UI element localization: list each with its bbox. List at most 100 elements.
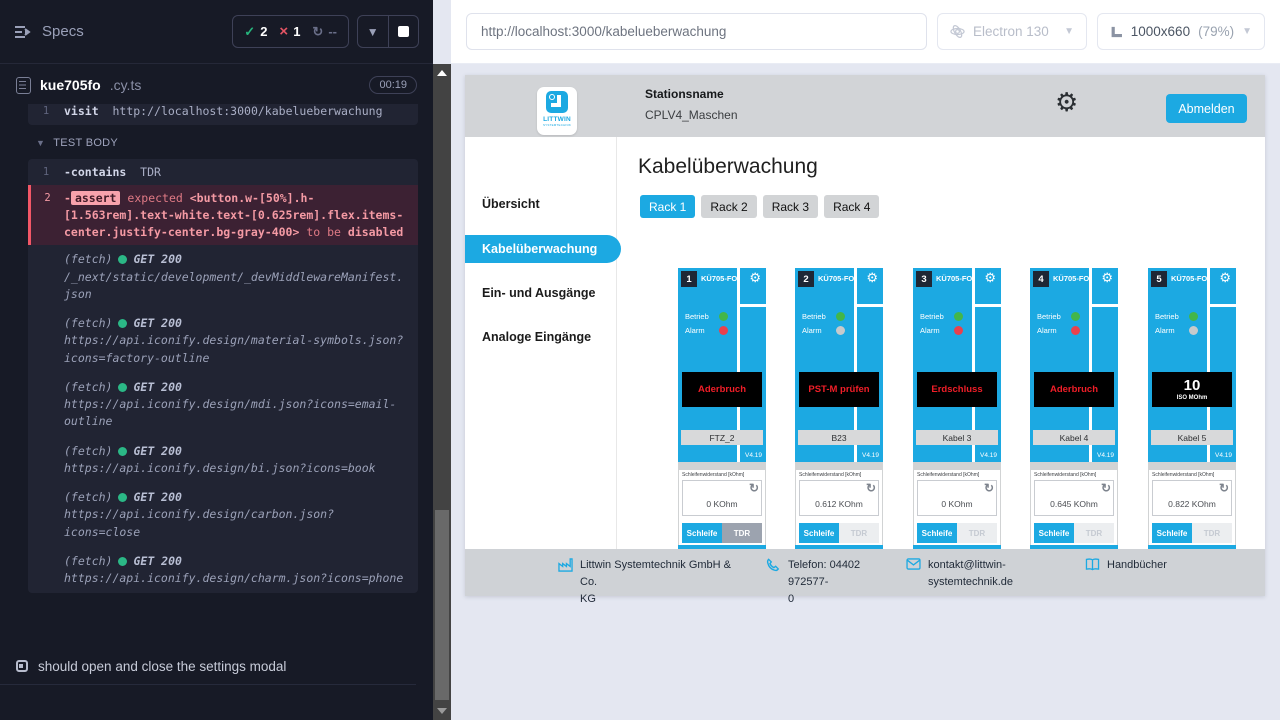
measurement-label: Schleifenwiderstand [kOhm]	[1152, 472, 1232, 478]
command-assert-failed[interactable]: 2 -assert expected <button.w-[50%].h-[1.…	[28, 185, 418, 245]
device-gear-icon[interactable]: ⚙	[749, 271, 761, 284]
schleife-button[interactable]: Schleife	[799, 523, 839, 543]
device-display: PST-M prüfen	[799, 372, 879, 407]
url-input[interactable]	[466, 13, 927, 50]
command-contains[interactable]: 1 -contains TDR	[28, 159, 418, 186]
browser-select[interactable]: Electron 130 ▼	[937, 13, 1087, 50]
footer-company: Littwin Systemtechnik GmbH & Co.KG	[558, 557, 748, 608]
refresh-icon[interactable]: ↻	[749, 481, 759, 495]
scroll-up-arrow-icon[interactable]	[437, 70, 447, 76]
fetch-url: https://api.iconify.design/charm.json?ic…	[64, 571, 403, 585]
command-log[interactable]: 1 visit http://localhost:3000/kabelueber…	[28, 104, 418, 648]
slot-number: 5	[1151, 271, 1167, 287]
scrollbar-thumb[interactable]	[435, 510, 449, 700]
sidebar-item-kabelueberwachung[interactable]: Kabelüberwachung	[465, 235, 621, 263]
refresh-icon[interactable]: ↻	[1219, 481, 1229, 495]
alarm-led	[719, 326, 728, 335]
fetch-log-entry[interactable]: (fetch) GET 200 https://api.iconify.desi…	[28, 483, 418, 547]
logout-button[interactable]: Abmelden	[1166, 94, 1247, 123]
fetch-log-entry[interactable]: (fetch) GET 200 https://api.iconify.desi…	[28, 437, 418, 484]
collapse-chevron-icon[interactable]: ▼	[358, 25, 388, 39]
cable-name: FTZ_2	[681, 430, 763, 445]
specs-label: Specs	[42, 23, 84, 40]
firmware-version: V4.19	[980, 452, 997, 459]
spec-file-row[interactable]: kue705fo .cy.ts 00:19	[0, 64, 433, 106]
footer-manuals[interactable]: Handbücher	[1085, 557, 1167, 574]
device-gear-icon[interactable]: ⚙	[984, 271, 996, 284]
measurement-value: 0 KOhm	[683, 499, 761, 509]
queued-test-row[interactable]: should open and close the settings modal	[0, 650, 416, 682]
sidebar-item-uebersicht[interactable]: Übersicht	[465, 197, 616, 211]
refresh-icon[interactable]: ↻	[984, 481, 994, 495]
measurement-value: 0.612 KOhm	[800, 499, 878, 509]
fetch-log-entry[interactable]: (fetch) GET 200 https://api.iconify.desi…	[28, 547, 418, 594]
schleife-button[interactable]: Schleife	[682, 523, 722, 543]
device-gear-icon[interactable]: ⚙	[1219, 271, 1231, 284]
station-value: CPLV4_Maschen	[645, 108, 738, 122]
command-name: visit	[64, 104, 99, 118]
runner-controls: ▼	[357, 15, 419, 48]
fetch-log-entry[interactable]: (fetch) GET 200 /_next/static/developmen…	[28, 245, 418, 309]
status-ok-dot	[118, 447, 127, 456]
firmware-version: V4.19	[862, 452, 879, 459]
betrieb-led	[719, 312, 728, 321]
fetch-url: /_next/static/development/_devMiddleware…	[64, 270, 403, 301]
tdr-button[interactable]: TDR	[1192, 523, 1232, 543]
stop-button[interactable]	[389, 26, 419, 37]
tdr-button[interactable]: TDR	[839, 523, 879, 543]
browser-pane: Electron 130 ▼ 1000x660 (79%) ▼ Stations…	[451, 0, 1280, 720]
cable-name: Kabel 3	[916, 430, 998, 445]
refresh-icon[interactable]: ↻	[1101, 481, 1111, 495]
rack-tab-2[interactable]: Rack 2	[701, 195, 756, 218]
settings-gear-icon[interactable]: ⚙	[1055, 89, 1078, 115]
fetch-url: https://api.iconify.design/bi.json?icons…	[64, 461, 376, 475]
spec-file-name: kue705fo	[40, 77, 101, 93]
betrieb-led	[954, 312, 963, 321]
fetch-log-entry[interactable]: (fetch) GET 200 https://api.iconify.desi…	[28, 309, 418, 373]
ruler-icon	[1110, 25, 1123, 39]
device-card-5: 5 KÜ705-FO ⚙ Betrieb Alarm 10 ISO MOhm K…	[1148, 268, 1236, 549]
measurement-label: Schleifenwiderstand [kOhm]	[799, 472, 879, 478]
viewport-size: 1000x660	[1131, 24, 1190, 39]
queued-test-icon	[16, 660, 28, 672]
app-header: Stationsname CPLV4_Maschen ⚙ Abmelden	[465, 75, 1265, 137]
specs-toggle[interactable]: Specs	[14, 23, 84, 40]
test-body-section[interactable]: ▼ TEST BODY	[28, 125, 418, 159]
device-display: Aderbruch	[1034, 372, 1114, 407]
queued-test-title: should open and close the settings modal	[38, 659, 286, 674]
assert-badge: assert	[71, 191, 121, 205]
measurement-label: Schleifenwiderstand [kOhm]	[1034, 472, 1114, 478]
sidebar-item-analoge-eingaenge[interactable]: Analoge Eingänge	[465, 330, 616, 344]
device-gear-icon[interactable]: ⚙	[866, 271, 878, 284]
device-model: KÜ705-FO	[701, 274, 737, 283]
stat-failed: × 1	[279, 24, 300, 39]
device-gear-icon[interactable]: ⚙	[1101, 271, 1113, 284]
sidebar-item-ein-und-ausgaenge[interactable]: Ein- und Ausgänge	[465, 286, 616, 300]
slot-number: 1	[681, 271, 697, 287]
schleife-button[interactable]: Schleife	[1034, 523, 1074, 543]
tdr-button[interactable]: TDR	[722, 523, 762, 543]
rack-tab-4[interactable]: Rack 4	[824, 195, 879, 218]
tdr-button[interactable]: TDR	[957, 523, 997, 543]
rack-tab-3[interactable]: Rack 3	[763, 195, 818, 218]
command-visit[interactable]: 1 visit http://localhost:3000/kabelueber…	[28, 104, 418, 125]
schleife-button[interactable]: Schleife	[917, 523, 957, 543]
tdr-button[interactable]: TDR	[1074, 523, 1114, 543]
schleife-button[interactable]: Schleife	[1152, 523, 1192, 543]
factory-icon	[558, 557, 573, 608]
betrieb-led	[1189, 312, 1198, 321]
reporter-scrollbar[interactable]	[433, 64, 451, 720]
scroll-down-arrow-icon[interactable]	[437, 708, 447, 714]
device-model: KÜ705-FO	[818, 274, 854, 283]
fetch-log-entry[interactable]: (fetch) GET 200 https://api.iconify.desi…	[28, 373, 418, 437]
device-model: KÜ705-FO	[1171, 274, 1207, 283]
firmware-version: V4.19	[745, 452, 762, 459]
fetch-url: https://api.iconify.design/mdi.json?icon…	[64, 397, 396, 428]
viewport-select[interactable]: 1000x660 (79%) ▼	[1097, 13, 1265, 50]
device-card-4: 4 KÜ705-FO ⚙ Betrieb Alarm Aderbruch Kab…	[1030, 268, 1118, 549]
specs-list-icon	[14, 25, 32, 39]
refresh-icon[interactable]: ↻	[866, 481, 876, 495]
cable-name: Kabel 5	[1151, 430, 1233, 445]
spec-file-icon	[16, 77, 31, 94]
rack-tab-1[interactable]: Rack 1	[640, 195, 695, 218]
